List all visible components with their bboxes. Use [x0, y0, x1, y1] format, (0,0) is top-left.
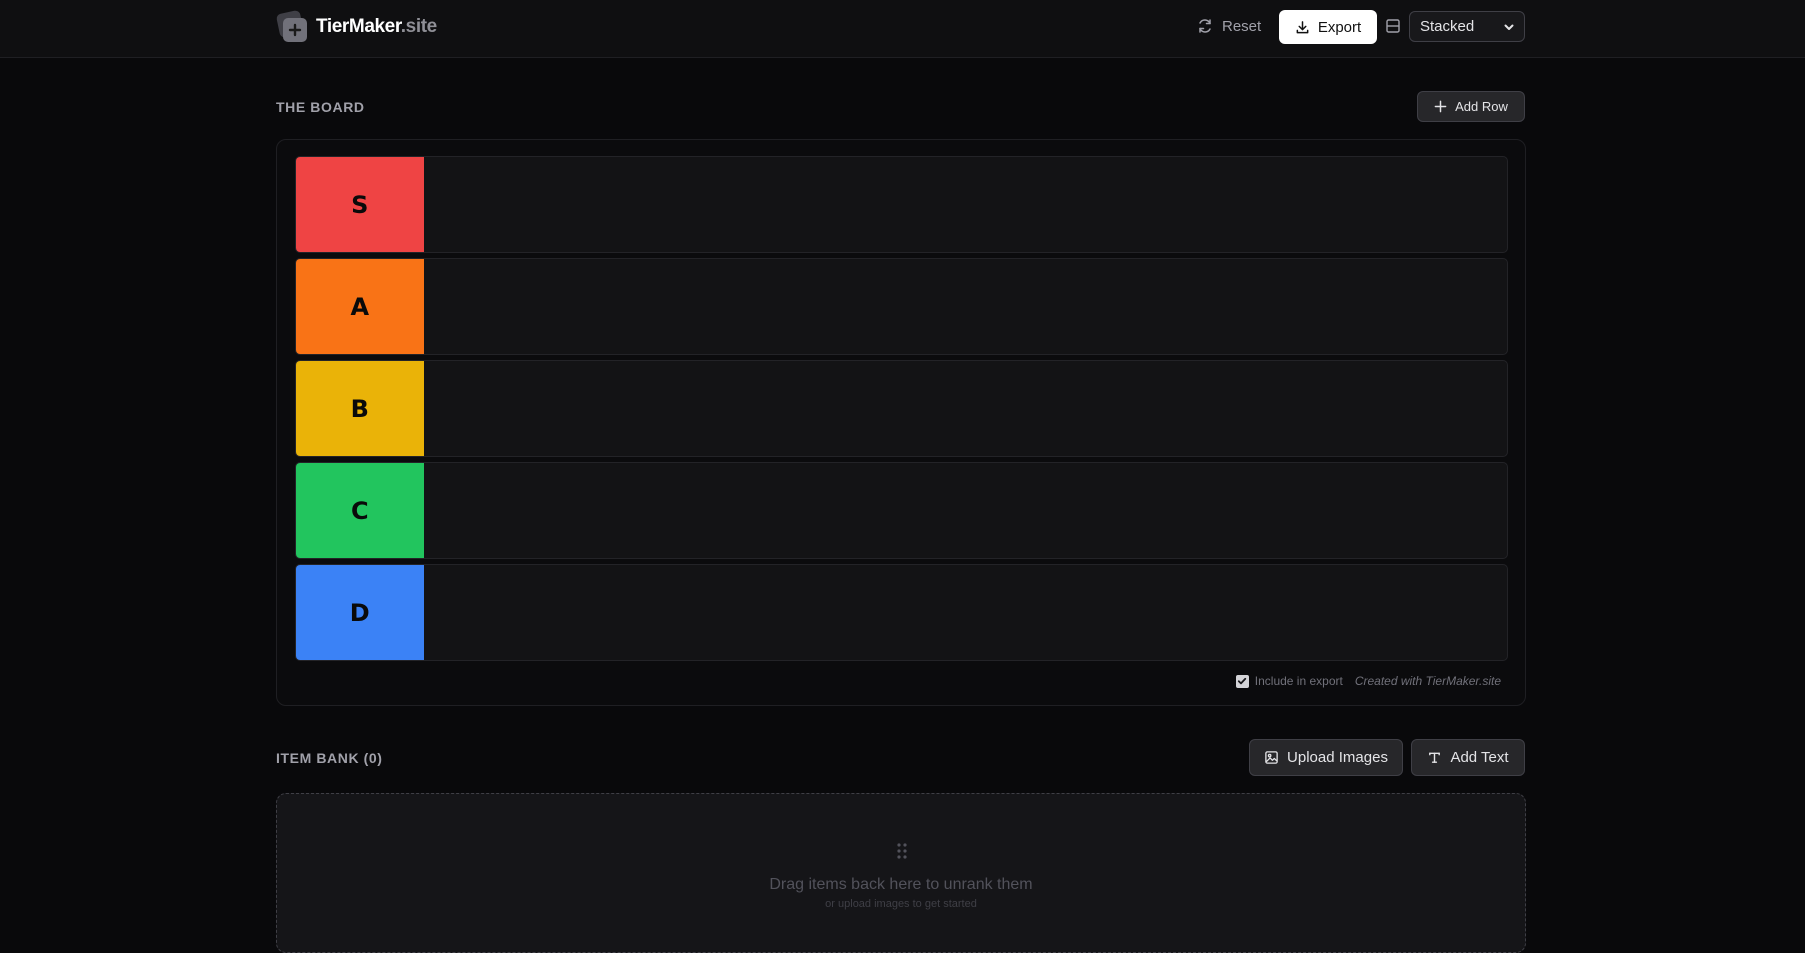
item-bank-empty-subtext: or upload images to get started [825, 898, 977, 910]
reset-button[interactable]: Reset [1185, 11, 1273, 41]
include-export-label: Include in export [1254, 674, 1343, 688]
drag-grip-icon [897, 843, 907, 859]
tier-row-d: D [295, 564, 1508, 661]
tier-label-d[interactable]: D [296, 565, 424, 660]
export-button[interactable]: Export [1279, 10, 1377, 44]
item-bank-dropzone[interactable]: Drag items back here to unrank them or u… [276, 793, 1526, 953]
logo-stack-plus-icon [275, 9, 308, 43]
tier-label-a[interactable]: A [296, 259, 424, 354]
refresh-icon [1199, 19, 1211, 33]
top-bar: TierMaker.site Reset Export Stacked [0, 0, 1805, 58]
tier-board: S A B C D Include in export Created with… [276, 139, 1526, 706]
tier-drop-zone-s[interactable] [424, 157, 1507, 252]
tier-row-c: C [295, 462, 1508, 559]
layout-select[interactable]: Stacked [1409, 11, 1525, 42]
logo-main-text: TierMaker [316, 16, 401, 37]
logo-suffix-text: .site [400, 16, 437, 37]
plus-icon [1434, 100, 1447, 113]
tier-label-b[interactable]: B [296, 361, 424, 456]
check-icon [1238, 677, 1247, 685]
board-title: THE BOARD [276, 99, 365, 115]
tier-label-s[interactable]: S [296, 157, 424, 252]
tier-row-a: A [295, 258, 1508, 355]
include-export-row: Include in export Created with TierMaker… [1235, 674, 1501, 688]
add-text-label: Add Text [1450, 749, 1509, 766]
tier-row-s: S [295, 156, 1508, 253]
add-text-button[interactable]: Add Text [1411, 739, 1525, 776]
include-export-checkbox[interactable] [1235, 674, 1249, 688]
text-icon [1429, 752, 1441, 763]
reset-label: Reset [1222, 17, 1262, 35]
tier-drop-zone-b[interactable] [424, 361, 1507, 456]
add-row-button[interactable]: Add Row [1417, 91, 1525, 122]
logo-text: TierMaker.site [316, 16, 437, 38]
credit-text: Created with TierMaker.site [1354, 674, 1501, 688]
layout-stacked-icon [1386, 19, 1400, 33]
add-row-label: Add Row [1455, 99, 1508, 114]
download-icon [1296, 20, 1309, 33]
tier-drop-zone-d[interactable] [424, 565, 1507, 660]
layout-selected-value: Stacked [1420, 18, 1475, 35]
tier-drop-zone-c[interactable] [424, 463, 1507, 558]
image-icon [1265, 751, 1278, 764]
item-bank-empty-text: Drag items back here to unrank them [769, 876, 1033, 893]
upload-images-label: Upload Images [1287, 749, 1388, 766]
item-bank-title: ITEM BANK (0) [276, 750, 383, 766]
export-label: Export [1317, 18, 1362, 36]
logo[interactable]: TierMaker.site [275, 9, 437, 43]
chevron-down-icon [1504, 24, 1514, 30]
tier-row-b: B [295, 360, 1508, 457]
upload-images-button[interactable]: Upload Images [1249, 739, 1403, 776]
tier-drop-zone-a[interactable] [424, 259, 1507, 354]
tier-label-c[interactable]: C [296, 463, 424, 558]
